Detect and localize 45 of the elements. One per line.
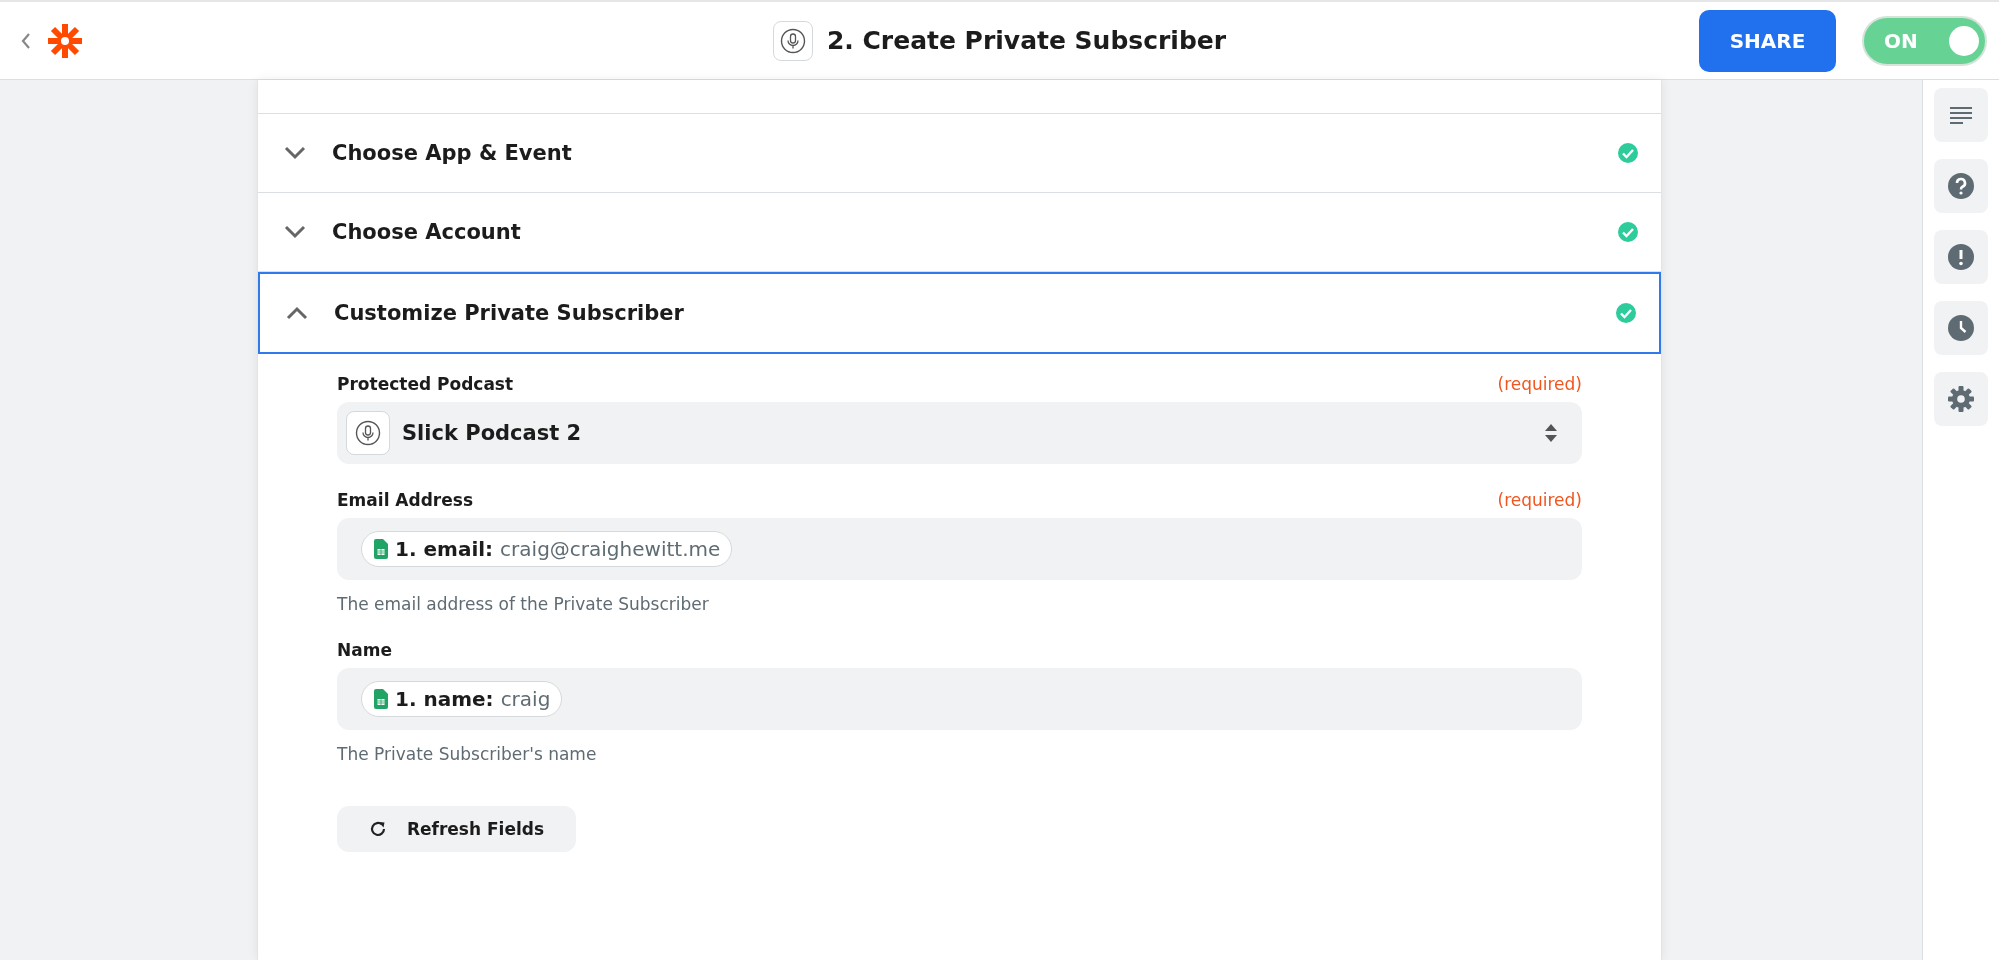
help-button[interactable] bbox=[1934, 159, 1988, 213]
token-value: craig@craighewitt.me bbox=[500, 537, 721, 561]
settings-icon bbox=[1948, 386, 1974, 412]
required-note: (required) bbox=[1497, 490, 1582, 510]
microphone-icon bbox=[772, 20, 813, 61]
section-title: Choose App & Event bbox=[332, 141, 573, 165]
field-label: Name bbox=[337, 640, 392, 660]
help-icon bbox=[1948, 173, 1974, 199]
token-label: 1. email: bbox=[395, 537, 494, 561]
refresh-icon bbox=[368, 820, 387, 838]
section-title: Choose Account bbox=[332, 220, 522, 244]
help-text: The email address of the Private Subscriber bbox=[337, 594, 710, 614]
field-label: Email Address bbox=[337, 490, 474, 510]
step-section-header[interactable]: Customize Private Subscriber bbox=[258, 272, 1661, 354]
spreadsheet-icon bbox=[374, 689, 388, 709]
help-text: The Private Subscriber's name bbox=[337, 744, 598, 764]
clock-icon bbox=[1948, 315, 1974, 341]
podcast-dropdown[interactable]: Slick Podcast 2 bbox=[337, 402, 1582, 464]
alert-button[interactable] bbox=[1934, 230, 1988, 284]
token-label: 1. name: bbox=[395, 687, 494, 711]
spreadsheet-icon bbox=[374, 539, 388, 559]
history-button[interactable] bbox=[1934, 301, 1988, 355]
data-token[interactable]: 1. name: craig bbox=[361, 681, 563, 717]
mapped-input-field[interactable]: 1. email: craig@craighewitt.me bbox=[337, 518, 1582, 580]
settings-button[interactable] bbox=[1934, 372, 1988, 426]
mapped-input-field[interactable]: 1. name: craig bbox=[337, 668, 1582, 730]
data-token[interactable]: 1. email: craig@craighewitt.me bbox=[361, 531, 733, 567]
token-value: craig bbox=[500, 687, 551, 711]
lines-icon bbox=[1950, 106, 1972, 124]
step-section-header[interactable]: Choose App & Event bbox=[258, 114, 1661, 193]
details-button[interactable] bbox=[1934, 88, 1988, 142]
alert-icon bbox=[1948, 244, 1974, 270]
chevron-up-icon bbox=[286, 306, 308, 320]
asterisk-logo-icon[interactable] bbox=[46, 21, 84, 60]
window-title: 2. Create Private Subscriber bbox=[826, 26, 1227, 55]
step-section-header[interactable]: Choose Account bbox=[258, 193, 1661, 272]
required-note: (required) bbox=[1497, 374, 1582, 394]
chevron-down-icon bbox=[284, 225, 306, 239]
refresh-fields-button[interactable]: Refresh Fields bbox=[337, 806, 576, 852]
chevron-down-icon bbox=[284, 146, 306, 160]
microphone-icon bbox=[346, 411, 390, 455]
share-button[interactable]: SHARE bbox=[1699, 9, 1836, 72]
field-label: Protected Podcast bbox=[337, 374, 514, 394]
section-title: Customize Private Subscriber bbox=[334, 301, 685, 325]
selected-value: Slick Podcast 2 bbox=[402, 421, 583, 445]
